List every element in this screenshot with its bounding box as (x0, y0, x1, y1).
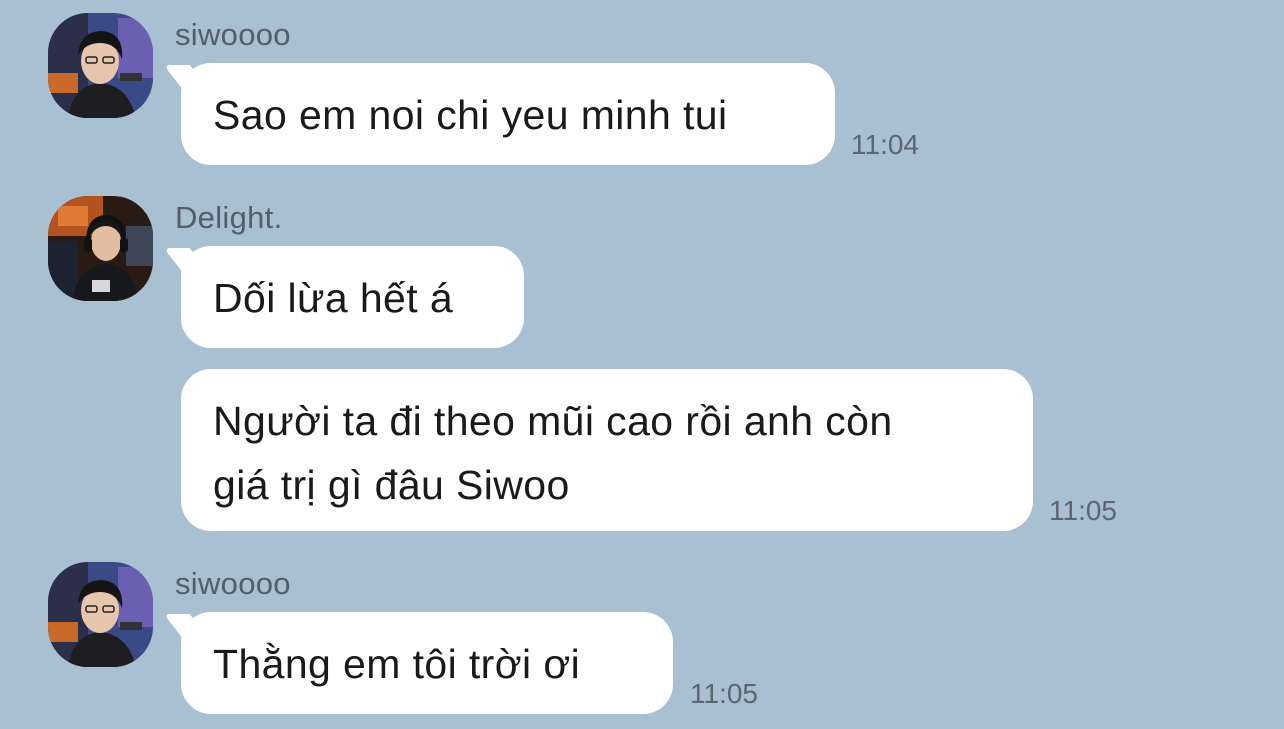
message-text: Sao em noi chi yeu minh tui (213, 92, 728, 138)
avatar[interactable] (48, 562, 153, 667)
message-text: Thằng em tôi trời ơi (213, 641, 581, 687)
user-photo-icon (48, 13, 153, 118)
avatar[interactable] (48, 196, 153, 301)
user-photo-icon (48, 196, 153, 301)
message-bubble[interactable]: Người ta đi theo mũi cao rồi anh còn giá… (181, 369, 1033, 531)
message-timestamp: 11:04 (851, 129, 919, 160)
message-timestamp: 11:05 (690, 678, 758, 709)
user-photo-icon (48, 562, 153, 667)
message-bubble[interactable]: Thằng em tôi trời ơi (181, 612, 673, 714)
sender-name: siwoooo (175, 17, 291, 52)
message-text-line-2: giá trị gì đâu Siwoo (213, 462, 570, 508)
message-bubble[interactable]: Dối lừa hết á (181, 246, 524, 348)
message-bubble[interactable]: Sao em noi chi yeu minh tui (181, 63, 835, 165)
avatar[interactable] (48, 13, 153, 118)
message-timestamp: 11:05 (1049, 495, 1117, 526)
sender-name: Delight. (175, 200, 283, 235)
sender-name: siwoooo (175, 566, 291, 601)
message-text: Dối lừa hết á (213, 275, 454, 321)
message-text-line-1: Người ta đi theo mũi cao rồi anh còn (213, 398, 893, 444)
